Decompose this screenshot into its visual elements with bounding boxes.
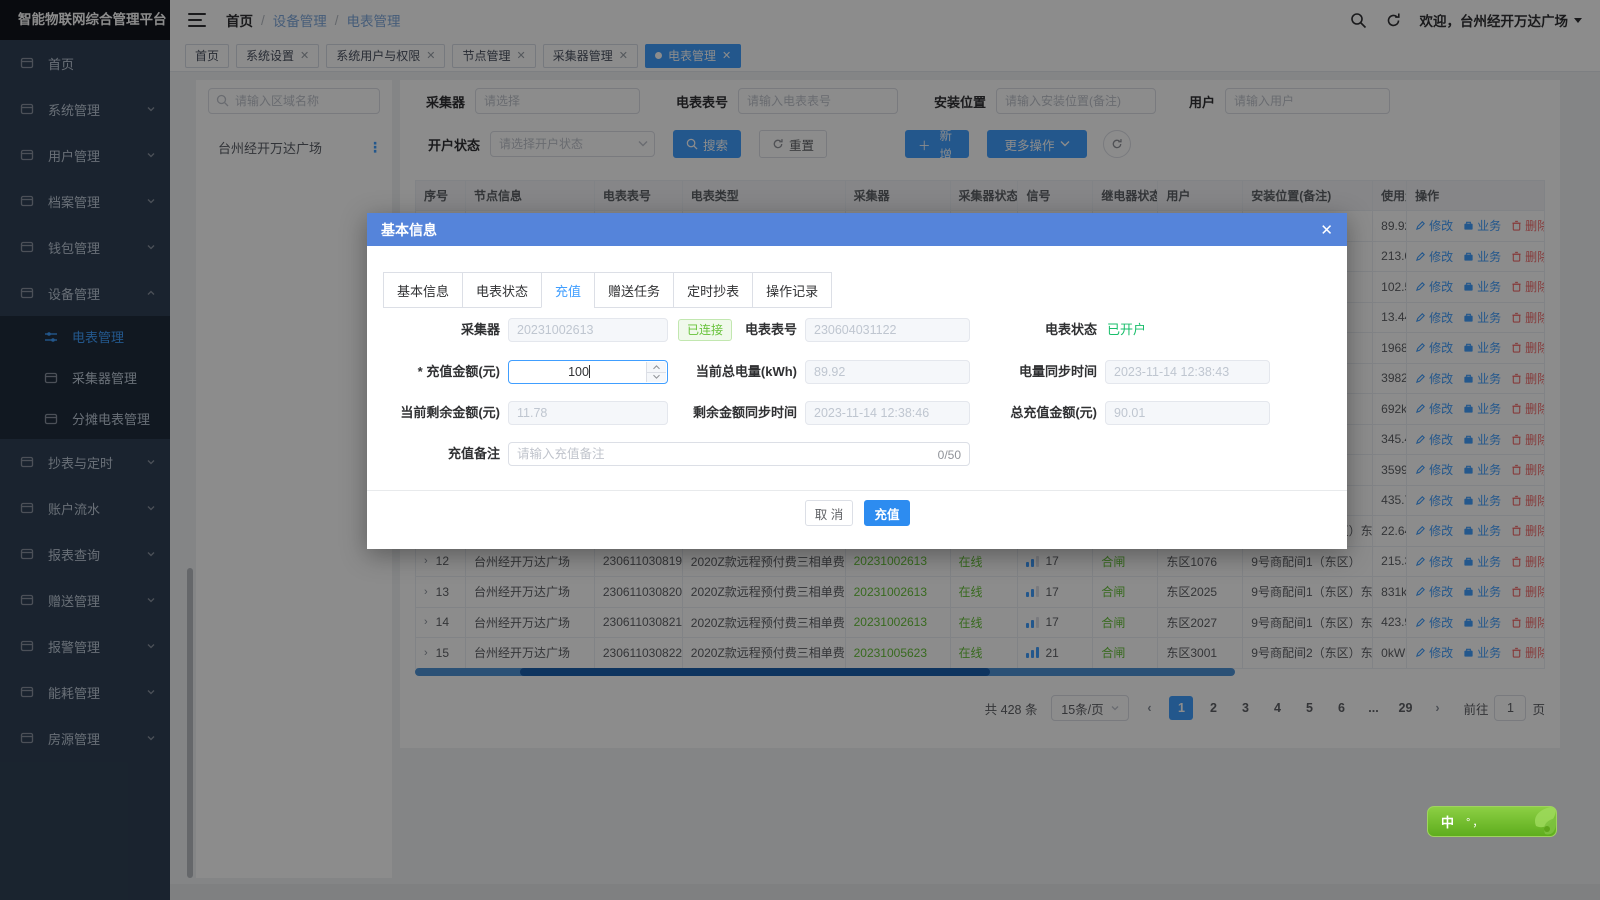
ime-punctuation-indicator[interactable]: °，	[1466, 814, 1485, 830]
balance-sync-time-label: 剩余金额同步时间	[693, 401, 797, 425]
meter-status-value: 已开户	[1107, 318, 1146, 342]
dialog-tab-4[interactable]: 定时抄表	[673, 272, 753, 308]
dialog-tab-5[interactable]: 操作记录	[752, 272, 832, 308]
dialog-tabs: 基本信息电表状态充值赠送任务定时抄表操作记录	[383, 272, 832, 308]
leaf-decoration	[1510, 806, 1556, 837]
recharge-amount-input[interactable]: 100	[508, 360, 668, 384]
total-recharge-label: 总充值金额(元)	[1010, 401, 1097, 425]
remark-label: 充值备注	[448, 442, 500, 466]
ime-lang-indicator[interactable]: 中	[1441, 812, 1454, 831]
total-kwh-field: 89.92	[805, 360, 970, 384]
connected-badge: 已连接	[678, 319, 732, 341]
balance-label: 当前剩余金额(元)	[400, 401, 500, 425]
collector-field: 20231002613	[508, 318, 668, 342]
meter-info-dialog: 基本信息 ✕ 基本信息电表状态充值赠送任务定时抄表操作记录 采集器 202310…	[367, 213, 1347, 549]
dialog-title: 基本信息	[381, 220, 437, 240]
balance-sync-time-field: 2023-11-14 12:38:46	[805, 401, 970, 425]
decrease-icon	[647, 373, 666, 383]
dialog-tab-1[interactable]: 电表状态	[462, 272, 542, 308]
recharge-amount-label: * 充值金额(元)	[418, 360, 500, 384]
dialog-tab-0[interactable]: 基本信息	[383, 272, 463, 308]
kwh-sync-time-field: 2023-11-14 12:38:43	[1105, 360, 1270, 384]
remark-input[interactable]: 请输入充值备注 0/50	[508, 442, 970, 466]
cancel-button[interactable]: 取 消	[805, 500, 853, 526]
collector-label: 采集器	[461, 318, 500, 342]
dialog-header: 基本信息 ✕	[367, 213, 1347, 246]
number-spinner[interactable]	[646, 362, 666, 382]
input-method-bar[interactable]: 中 °，	[1427, 806, 1557, 837]
total-recharge-field: 90.01	[1105, 401, 1270, 425]
dialog-tab-2[interactable]: 充值	[541, 272, 595, 308]
kwh-sync-time-label: 电量同步时间	[1019, 360, 1097, 384]
dialog-footer-divider	[367, 490, 1347, 491]
meter-no-field: 230604031122	[805, 318, 970, 342]
increase-icon	[647, 362, 666, 373]
meter-status-label: 电表状态	[1045, 318, 1097, 342]
balance-field: 11.78	[508, 401, 668, 425]
close-icon[interactable]: ✕	[1320, 221, 1333, 239]
recharge-confirm-button[interactable]: 充值	[864, 500, 910, 526]
dialog-tab-3[interactable]: 赠送任务	[594, 272, 674, 308]
meter-no-label: 电表表号	[745, 318, 797, 342]
total-kwh-label: 当前总电量(kWh)	[696, 360, 797, 384]
char-counter: 0/50	[938, 443, 961, 466]
